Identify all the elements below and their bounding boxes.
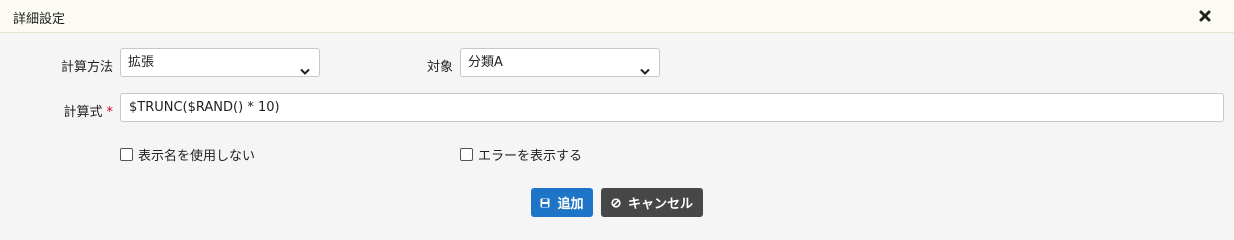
formula-label: 計算式 *: [40, 101, 113, 120]
hide-display-name-checkbox[interactable]: [120, 147, 133, 161]
ban-icon: [611, 197, 621, 208]
target-value: 分類A: [468, 55, 503, 70]
show-error-checkbox[interactable]: [460, 147, 473, 161]
dialog-titlebar: 詳細設定: [0, 0, 1234, 33]
chevron-down-icon: [640, 59, 650, 86]
hide-display-name-label: 表示名を使用しない: [138, 148, 256, 164]
save-icon: [540, 198, 550, 208]
calc-method-value: 拡張: [128, 55, 155, 70]
target-select[interactable]: 分類A: [460, 48, 660, 77]
settings-dialog: 詳細設定 計算方法 拡張 対象 分類A 計算式 * $TRUNC($RAND() …: [0, 0, 1234, 233]
chevron-down-icon: [300, 59, 310, 86]
cancel-button-label: キャンセル: [627, 197, 693, 212]
show-error-checkbox-row[interactable]: エラーを表示する: [460, 145, 583, 164]
formula-input[interactable]: $TRUNC($RAND() * 10): [120, 93, 1224, 122]
calc-method-label: 計算方法: [60, 60, 113, 75]
close-icon[interactable]: [1198, 9, 1212, 23]
cancel-button[interactable]: キャンセル: [601, 188, 703, 217]
required-mark: *: [106, 105, 114, 120]
calc-method-select[interactable]: 拡張: [120, 48, 320, 77]
dialog-title: 詳細設定: [13, 12, 66, 27]
add-button-label: 追加: [557, 197, 584, 212]
target-label: 対象: [426, 60, 453, 75]
show-error-label: エラーを表示する: [478, 148, 583, 164]
add-button[interactable]: 追加: [531, 188, 593, 217]
formula-value: $TRUNC($RAND() * 10): [129, 100, 280, 115]
formula-label-text: 計算式: [63, 105, 103, 120]
hide-display-name-checkbox-row[interactable]: 表示名を使用しない: [120, 145, 256, 164]
